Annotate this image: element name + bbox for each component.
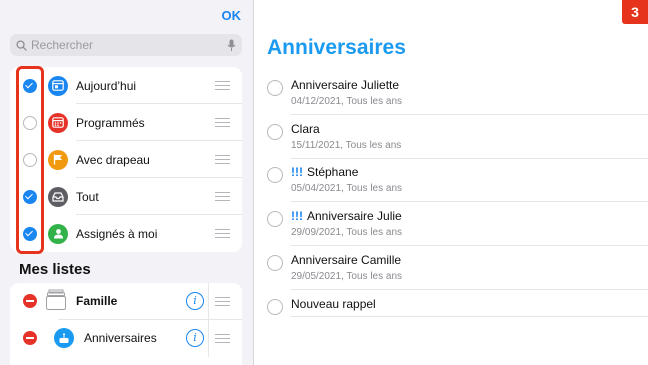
reminder-title[interactable]: Anniversaire Camille xyxy=(291,253,401,267)
smart-list-label: Tout xyxy=(76,189,99,204)
reorder-grip-icon[interactable] xyxy=(215,229,230,238)
group-stack-icon xyxy=(46,289,66,318)
smart-list-label: Avec drapeau xyxy=(76,152,150,167)
smart-list-row-today[interactable]: Aujourd’hui xyxy=(10,67,242,104)
reorder-grip-icon[interactable] xyxy=(215,118,230,127)
reminder-title[interactable]: Clara xyxy=(291,122,320,136)
calendar-scheduled-icon xyxy=(48,112,68,133)
divider xyxy=(208,283,209,320)
smart-list-label: Assignés à moi xyxy=(76,226,158,241)
microphone-icon[interactable] xyxy=(227,39,236,52)
list-row-famille[interactable]: Famille i xyxy=(10,283,242,320)
search-icon xyxy=(16,39,27,51)
reminder-subtitle: 05/04/2021, Tous les ans xyxy=(291,183,403,194)
reorder-grip-icon[interactable] xyxy=(215,192,230,201)
reorder-grip-icon[interactable] xyxy=(215,334,230,343)
smart-list-label: Aujourd’hui xyxy=(76,78,137,93)
smart-lists-card: Aujourd’hui Programmés Avec drapeau Tout… xyxy=(10,67,242,252)
divider xyxy=(208,320,209,357)
reminder-title[interactable]: Anniversaire Juliette xyxy=(291,78,399,92)
section-title: Mes listes xyxy=(19,261,91,278)
tray-icon xyxy=(48,186,68,207)
smart-list-row-assigned[interactable]: Assignés à moi xyxy=(10,215,242,252)
complete-toggle[interactable] xyxy=(267,211,283,227)
ok-button[interactable]: OK xyxy=(222,8,242,23)
complete-toggle[interactable] xyxy=(267,80,283,96)
reorder-grip-icon[interactable] xyxy=(215,155,230,164)
reminder-subtitle: 04/12/2021, Tous les ans xyxy=(291,96,403,107)
divider xyxy=(291,316,648,317)
reminder-row[interactable]: !!! Anniversaire Julie 29/09/2021, Tous l… xyxy=(255,202,648,246)
reminder-subtitle: 29/05/2021, Tous les ans xyxy=(291,271,403,282)
complete-toggle[interactable] xyxy=(267,167,283,183)
reminder-title[interactable]: !!! Anniversaire Julie xyxy=(291,209,402,223)
birthday-cake-icon xyxy=(54,328,74,348)
annotation-highlight-box xyxy=(16,66,44,254)
info-icon[interactable]: i xyxy=(186,292,204,310)
calendar-today-icon xyxy=(48,75,68,96)
delete-icon[interactable] xyxy=(23,294,37,308)
reminder-title[interactable]: Nouveau rappel xyxy=(291,297,376,311)
reminder-subtitle: 29/09/2021, Tous les ans xyxy=(291,227,403,238)
flag-icon xyxy=(48,149,68,170)
info-icon[interactable]: i xyxy=(186,329,204,347)
reminder-row[interactable]: Anniversaire Camille 29/05/2021, Tous le… xyxy=(255,246,648,290)
smart-list-row-all[interactable]: Tout xyxy=(10,178,242,215)
page-title: Anniversaires xyxy=(267,36,406,59)
complete-toggle[interactable] xyxy=(267,299,283,315)
complete-toggle[interactable] xyxy=(267,255,283,271)
smart-list-row-flagged[interactable]: Avec drapeau xyxy=(10,141,242,178)
list-label: Famille xyxy=(76,294,118,308)
reminder-row[interactable]: !!! Stéphane 05/04/2021, Tous les ans xyxy=(255,158,648,202)
smart-list-row-scheduled[interactable]: Programmés xyxy=(10,104,242,141)
complete-toggle[interactable] xyxy=(267,124,283,140)
reminder-title[interactable]: !!! Stéphane xyxy=(291,165,358,179)
priority-marker: !!! xyxy=(291,209,303,223)
step-number-badge: 3 xyxy=(622,0,648,24)
search-field[interactable]: Rechercher xyxy=(10,34,242,56)
person-icon xyxy=(48,223,68,244)
list-row-anniversaires[interactable]: Anniversaires i xyxy=(10,320,242,357)
priority-marker: !!! xyxy=(291,165,303,179)
list-label: Anniversaires xyxy=(84,331,157,345)
sidebar: OK Rechercher Aujourd’hui Programmés Ave… xyxy=(0,0,254,365)
smart-list-label: Programmés xyxy=(76,115,145,130)
reminder-row[interactable]: Clara 15/11/2021, Tous les ans xyxy=(255,115,648,159)
delete-icon[interactable] xyxy=(23,331,37,345)
search-placeholder: Rechercher xyxy=(31,38,94,52)
reorder-grip-icon[interactable] xyxy=(215,297,230,306)
reminder-subtitle: 15/11/2021, Tous les ans xyxy=(291,140,402,151)
new-reminder-row[interactable]: Nouveau rappel xyxy=(255,290,648,317)
reminders-main: Anniversaires Anniversaire Juliette 04/1… xyxy=(255,0,648,365)
my-lists-card: Famille i Anniversaires i xyxy=(10,283,242,365)
reminder-row[interactable]: Anniversaire Juliette 04/12/2021, Tous l… xyxy=(255,71,648,115)
reorder-grip-icon[interactable] xyxy=(215,81,230,90)
